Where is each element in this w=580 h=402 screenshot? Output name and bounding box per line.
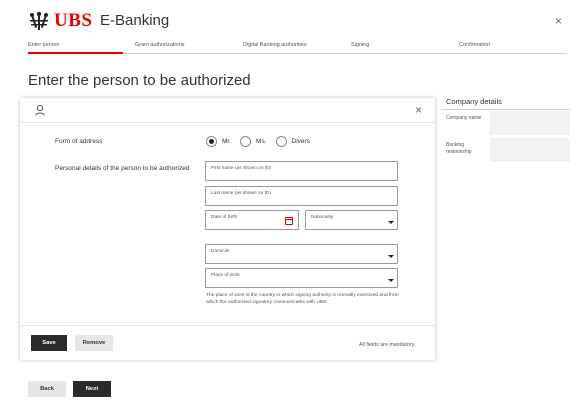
banking-relationship-row: Banking relationship (442, 138, 570, 162)
nationality-select[interactable]: Nationality (305, 210, 398, 230)
radio-mr-label: Mr. (222, 137, 232, 145)
last-name-field[interactable]: Last name (as shown on ID) (205, 186, 398, 206)
company-name-row: Company name (442, 111, 570, 135)
divider (442, 109, 570, 110)
radio-divers-label: Divers (291, 137, 310, 145)
save-button[interactable]: Save (31, 335, 67, 351)
ubs-keys-icon (30, 11, 48, 30)
step-confirmation: Confirmation (459, 42, 491, 48)
page-title: Enter the person to be authorized (28, 72, 251, 89)
close-icon[interactable]: × (555, 14, 562, 28)
next-button[interactable]: Next (73, 381, 111, 397)
company-name-label: Company name (446, 115, 482, 121)
nationality-placeholder: Nationality (311, 215, 334, 220)
radio-mr-control[interactable] (206, 135, 217, 147)
domicile-placeholder: Domicile (211, 249, 230, 254)
date-of-birth-field[interactable]: Date of birth (205, 210, 299, 230)
progress-stepper: Enter person Grant authorizations Digita… (28, 42, 566, 54)
radio-ms-label: Ms. (256, 137, 267, 145)
chevron-down-icon (388, 279, 394, 282)
radio-divers[interactable]: Divers (275, 135, 310, 147)
brand-name: UBS (54, 10, 93, 31)
radio-ms[interactable]: Ms. (240, 135, 267, 147)
calendar-icon[interactable] (285, 217, 293, 225)
card-close-icon[interactable]: × (415, 103, 422, 117)
card-footer: Save Remove All fields are mandatory. (20, 325, 435, 360)
mandatory-note: All fields are mandatory. (359, 342, 416, 348)
ubs-logo[interactable]: UBS (28, 10, 92, 32)
radio-divers-control[interactable] (275, 135, 287, 147)
person-form-card: × Form of address Mr. Ms. Divers Persona… (20, 98, 435, 360)
step-digital-banking-authorities: Digital Banking authorities (243, 42, 307, 48)
step-signing: Signing (351, 42, 370, 48)
radio-ms-control[interactable] (240, 135, 252, 147)
form-of-address-label: Form of address (55, 138, 103, 145)
last-name-placeholder: Last name (as shown on ID) (211, 191, 271, 196)
app-header: UBS E-Banking × (0, 0, 580, 40)
step-enter-person: Enter person (28, 42, 60, 48)
domicile-select[interactable]: Domicile (205, 244, 398, 264)
personal-details-label: Personal details of the person to be aut… (55, 165, 190, 172)
active-step-indicator (28, 52, 123, 54)
banking-relationship-label: Banking relationship (446, 142, 472, 155)
form-of-address-radio-group: Mr. Ms. Divers (206, 135, 319, 147)
place-of-work-placeholder: Place of work (211, 273, 240, 278)
date-of-birth-placeholder: Date of birth (211, 215, 238, 220)
place-of-work-note: The place of work is the country in whic… (206, 293, 399, 305)
remove-button[interactable]: Remove (75, 335, 113, 351)
person-icon (35, 105, 45, 116)
company-name-value (490, 111, 570, 135)
chevron-down-icon (388, 255, 394, 258)
card-header: × (20, 98, 435, 123)
place-of-work-select[interactable]: Place of work (205, 268, 398, 288)
radio-mr[interactable]: Mr. (206, 135, 232, 147)
first-name-field[interactable]: First name (as shown on ID) (205, 161, 398, 181)
banking-relationship-value (490, 138, 570, 162)
company-details-title: Company details (446, 97, 502, 106)
step-grant-authorizations: Grant authorizations (135, 42, 185, 48)
first-name-placeholder: First name (as shown on ID) (211, 166, 272, 171)
chevron-down-icon (388, 221, 394, 224)
app-title: E-Banking (100, 12, 170, 29)
back-button[interactable]: Back (28, 381, 66, 397)
